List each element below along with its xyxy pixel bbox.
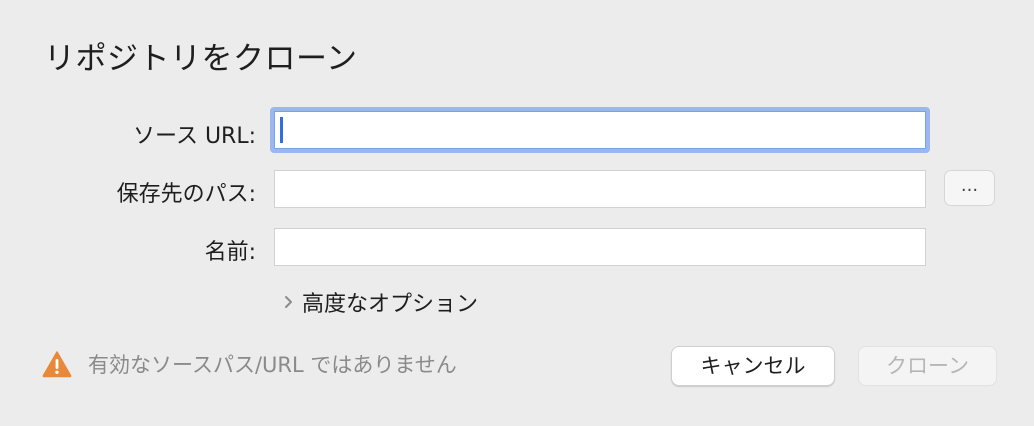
name-input[interactable]	[274, 228, 926, 266]
dialog-title: リポジトリをクローン	[44, 41, 358, 77]
cancel-button[interactable]: キャンセル	[671, 346, 835, 386]
source-url-input[interactable]	[270, 107, 930, 153]
clone-button[interactable]: クローン	[858, 346, 997, 386]
warning-text: 有効なソースパス/URL ではありません	[88, 353, 457, 377]
validation-warning: 有効なソースパス/URL ではありません	[42, 348, 457, 380]
chevron-right-icon	[278, 291, 300, 313]
warning-icon	[42, 350, 72, 378]
name-label: 名前:	[204, 240, 256, 265]
browse-path-button[interactable]: ...	[944, 170, 995, 206]
advanced-options-label: 高度なオプション	[302, 292, 479, 317]
clone-repository-dialog: リポジトリをクローン ソース URL: 保存先のパス: ... 名前: 高度なオ…	[0, 0, 1034, 426]
text-caret	[280, 117, 283, 143]
advanced-options-toggle[interactable]: 高度なオプション	[278, 287, 478, 317]
save-path-input[interactable]	[274, 170, 926, 208]
source-url-label: ソース URL:	[133, 124, 256, 149]
save-path-label: 保存先のパス:	[116, 182, 256, 207]
